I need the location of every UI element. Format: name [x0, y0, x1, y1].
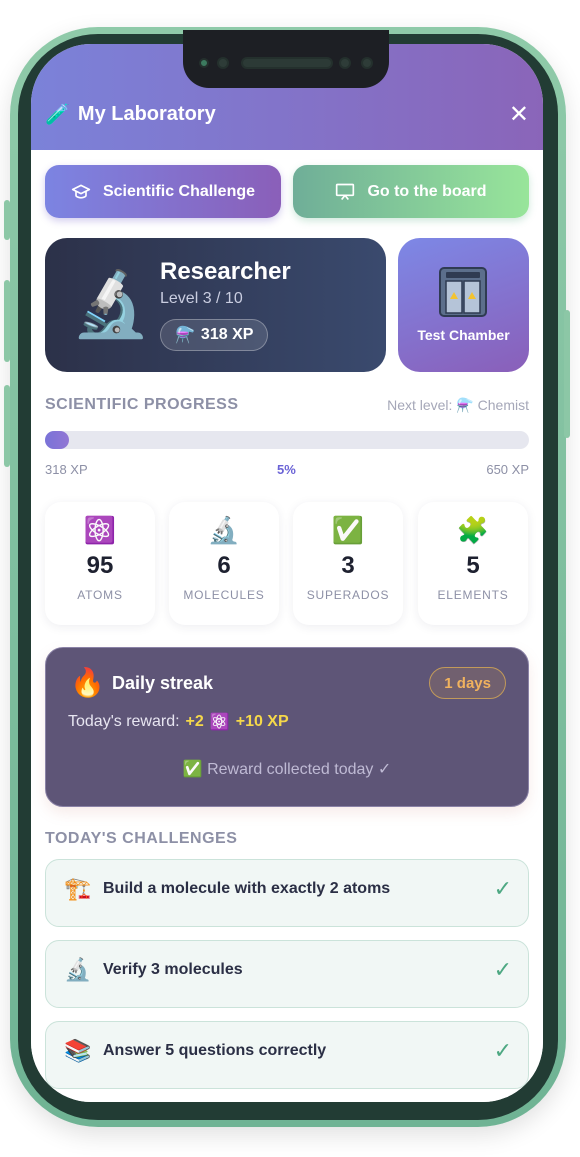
sensor-dot: [361, 57, 373, 69]
side-button-volume-down: [4, 385, 10, 467]
rank-title: Researcher: [160, 258, 291, 285]
presentation-board-icon: [336, 183, 355, 200]
progress-section-title: SCIENTIFIC PROGRESS: [45, 396, 239, 413]
reward-collected-status: ✅ Reward collected today ✓: [182, 761, 392, 778]
challenge-item[interactable]: 🏗️ Build a molecule with exactly 2 atoms…: [45, 859, 529, 927]
microscope-icon: 🔬: [64, 957, 92, 982]
stat-value: 3: [341, 552, 355, 579]
next-level-text: Next level: ⚗️ Chemist: [387, 397, 529, 413]
phone-notch: [183, 30, 389, 88]
target-xp: 650 XP: [486, 462, 529, 477]
challenge-item[interactable]: 🔬 Verify 3 molecules ✓: [45, 940, 529, 1008]
page-title: 🧪 My Laboratory: [45, 102, 216, 127]
test-tube-icon: 🧪: [45, 104, 70, 126]
sensor-dot: [339, 57, 351, 69]
side-button-power: [564, 310, 570, 438]
streak-title: Daily streak: [112, 673, 214, 693]
main-content: Scientific Challenge Go to the board 🔬 R…: [31, 150, 543, 1102]
stat-card-superados: ✅ 3 SUPERADOS: [293, 502, 403, 625]
stat-card-atoms: ⚛️ 95 ATOMS: [45, 502, 155, 625]
sensor-dot: [217, 57, 229, 69]
challenge-text: Answer 5 questions correctly: [103, 1042, 327, 1059]
graduation-cap-icon: [71, 184, 91, 199]
phone-screen: 🧪 My Laboratory ✕ Scientific Challenge G…: [31, 44, 543, 1102]
chamber-door-icon: [439, 267, 487, 317]
microscope-icon: 🔬: [71, 268, 151, 340]
atom-icon: ⚛️: [83, 515, 117, 545]
page-title-text: My Laboratory: [77, 103, 216, 125]
stat-value: 5: [466, 552, 480, 579]
challenge-text: Build a molecule with exactly 2 atoms: [103, 880, 391, 897]
progress-percent: 5%: [277, 462, 296, 477]
stat-label: ELEMENTS: [437, 588, 509, 602]
challenge-item[interactable]: 📚 Answer 5 questions correctly ✓: [45, 1021, 529, 1089]
reward-xp: +10 XP: [235, 713, 289, 730]
stat-value: 95: [86, 552, 114, 579]
stat-card-elements: 🧩 5 ELEMENTS: [418, 502, 528, 625]
check-mark-icon: ✅: [331, 515, 365, 545]
close-button[interactable]: ✕: [509, 100, 529, 129]
profile-card: 🔬 Researcher Level 3 / 10 ⚗️ 318 XP: [45, 238, 386, 372]
daily-streak-card: 🔥 Daily streak 1 days Today's reward: +2…: [45, 647, 529, 807]
stat-value: 6: [217, 552, 231, 579]
microscope-icon: 🔬: [207, 515, 241, 545]
today-reward: Today's reward: +2 ⚛️ +10 XP: [68, 712, 289, 732]
side-button-volume-up: [4, 280, 10, 362]
level-text: Level 3 / 10: [160, 290, 243, 307]
stat-card-molecules: 🔬 6 MOLECULES: [169, 502, 279, 625]
puzzle-piece-icon: 🧩: [456, 515, 490, 545]
books-icon: 📚: [64, 1038, 92, 1063]
construction-icon: 🏗️: [64, 876, 92, 901]
stat-label: SUPERADOS: [306, 588, 390, 602]
reward-prefix: Today's reward:: [68, 713, 180, 730]
streak-days-badge: 1 days: [429, 667, 506, 699]
side-button-mute: [4, 200, 10, 240]
test-chamber-label: Test Chamber: [417, 327, 510, 343]
speaker-grille: [241, 57, 333, 69]
go-to-board-label: Go to the board: [367, 182, 487, 200]
challenges-section-title: TODAY'S CHALLENGES: [45, 830, 238, 847]
go-to-board-button[interactable]: Go to the board: [293, 165, 529, 218]
flask-icon: ⚗️: [175, 327, 195, 344]
fire-icon: 🔥: [70, 667, 105, 698]
stat-label: MOLECULES: [183, 588, 265, 602]
camera-icon: [199, 58, 209, 68]
scientific-challenge-button[interactable]: Scientific Challenge: [45, 165, 281, 218]
current-xp: 318 XP: [45, 462, 88, 477]
progress-bar: [45, 431, 529, 449]
reward-atoms: +2: [185, 713, 204, 730]
check-icon: ✓: [493, 1038, 512, 1063]
xp-badge: ⚗️ 318 XP: [160, 319, 269, 351]
challenge-text: Verify 3 molecules: [103, 961, 243, 978]
check-icon: ✓: [493, 957, 512, 982]
stat-label: ATOMS: [77, 588, 123, 602]
progress-fill: [45, 431, 70, 449]
scientific-challenge-label: Scientific Challenge: [102, 182, 256, 200]
xp-value: 318 XP: [200, 326, 254, 343]
test-chamber-card[interactable]: Test Chamber: [398, 238, 529, 372]
check-icon: ✓: [493, 876, 512, 901]
atom-icon: ⚛️: [209, 714, 230, 731]
